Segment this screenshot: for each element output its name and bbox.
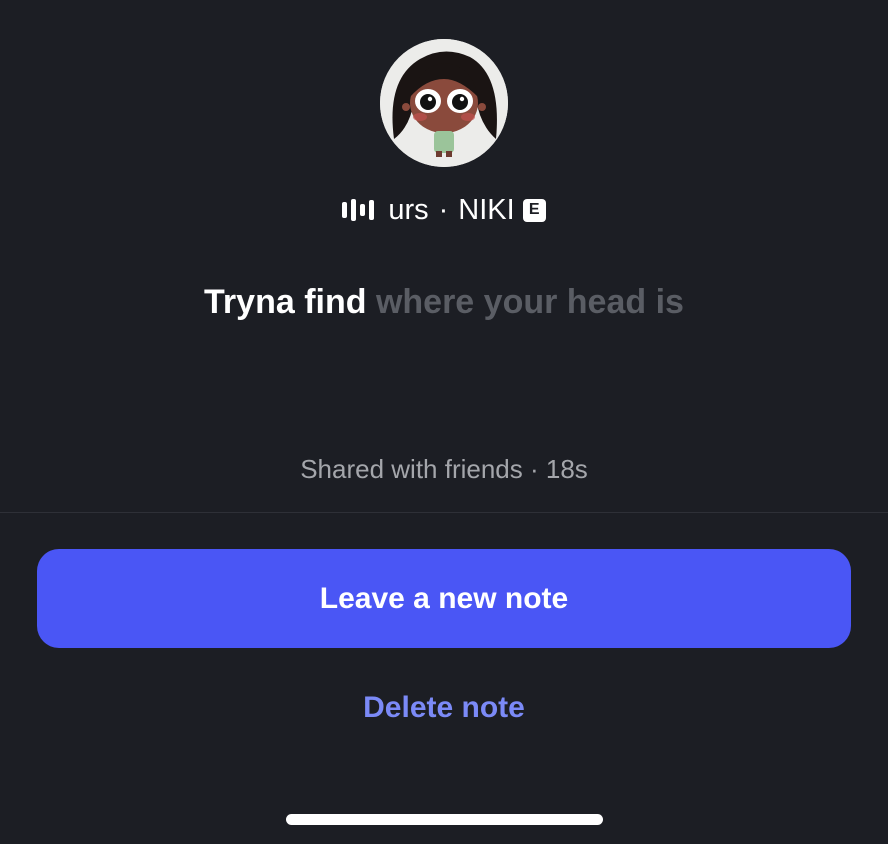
explicit-badge: E (522, 198, 546, 222)
music-bars-icon (342, 198, 375, 222)
delete-note-button[interactable]: Delete note (244, 682, 644, 734)
lyric-active: Tryna find (204, 283, 367, 321)
track-info[interactable]: urs · NIKI E (0, 188, 888, 232)
track-separator: · (438, 193, 449, 226)
lyric-upcoming: where your head is (375, 283, 684, 321)
avatar-illustration (380, 39, 508, 167)
track-title: urs (388, 193, 429, 226)
track-artist: NIKI (458, 193, 515, 226)
home-indicator[interactable] (286, 814, 603, 825)
avatar[interactable] (380, 39, 508, 167)
divider (0, 512, 888, 513)
leave-new-note-button[interactable]: Leave a new note (37, 549, 851, 648)
note-sheet: urs · NIKI E Tryna find where your head … (0, 0, 888, 844)
lyric-line: Tryna find where your head is (0, 278, 888, 326)
share-meta: Shared with friends · 18s (300, 454, 588, 484)
